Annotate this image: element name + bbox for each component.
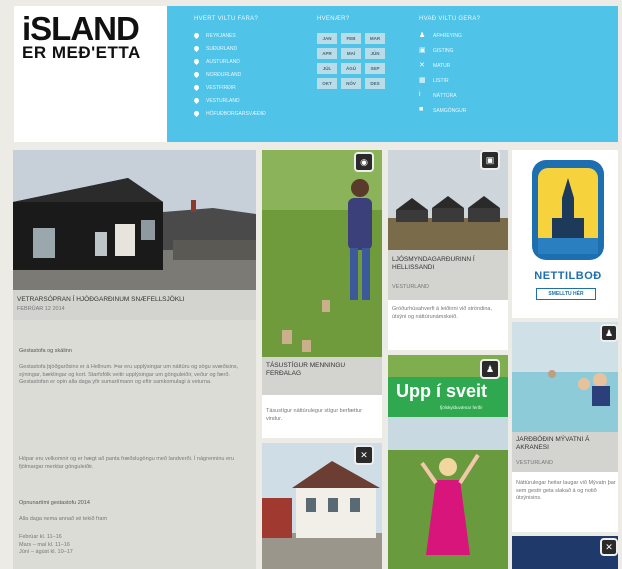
region-link[interactable]: REYKJANES	[192, 31, 314, 41]
card-partial-bottom[interactable]: ✕	[512, 536, 618, 569]
region-label: VESTFIRÐIR	[206, 85, 236, 91]
nav-bar: HVERT VILTU FARA? REYKJANES SUÐURLAND AUST…	[167, 6, 618, 142]
regions-heading: HVERT VILTU FARA?	[194, 16, 259, 22]
card-cabins-region: VESTURLAND	[392, 284, 429, 290]
month-button[interactable]: NÓV	[341, 78, 361, 89]
hours-item: Júní – ágúst kl. 10–17	[19, 549, 73, 555]
cutlery-icon: ✕	[419, 62, 425, 69]
map-pin-icon	[192, 57, 201, 66]
card-lagoon[interactable]: ♟ JARÐBÖÐIN MÝVATNI Á AKRANESI VESTURLAN…	[512, 322, 618, 532]
map-pin-icon	[192, 70, 201, 79]
card-lagoon-caption: JARÐBÖÐIN MÝVATNI Á AKRANESI	[516, 436, 590, 451]
card-lagoon-region: VESTURLAND	[516, 460, 553, 466]
map-pin-icon	[192, 109, 201, 118]
category-link[interactable]: ▦ LISTIR	[419, 75, 539, 87]
category-link[interactable]: i NÁTTÚRA	[419, 90, 539, 102]
map-pin-icon	[192, 83, 201, 92]
map-pin-icon	[192, 44, 201, 53]
month-button[interactable]: JÚL	[317, 63, 337, 74]
month-button[interactable]: OKT	[317, 78, 337, 89]
hours-list: Febrúar kl. 11–16 Mars – maí kl. 11–16 Jún…	[19, 534, 251, 557]
category-link[interactable]: ▣ GISTING	[419, 45, 539, 57]
category-link[interactable]: ✕ MATUR	[419, 60, 539, 72]
category-label: MATUR	[433, 63, 451, 69]
region-label: REYKJANES	[206, 33, 236, 39]
category-label: GISTING	[433, 48, 454, 54]
card-ljosmyndagardurinn[interactable]: ▣ LJÓSMYNDAGARÐURINN Í HELLISSANDI VESTU…	[388, 150, 508, 350]
months-heading: HVENÆR?	[317, 16, 350, 22]
visitor-center-photo[interactable]	[13, 150, 256, 290]
month-button[interactable]: MAÍ	[341, 48, 361, 59]
feature-caption[interactable]: VETRARSÓPRAN Í HJÓÐGARÐINUM SNÆFELLSJÖKL…	[17, 296, 252, 304]
hiking-icon: ♟	[600, 324, 618, 342]
region-link[interactable]: SUÐURLAND	[192, 44, 314, 54]
feature-intro: Gestastofa og skálinn	[19, 348, 72, 354]
categories-heading: HVAÐ VILTU GERA?	[419, 16, 481, 22]
card-cabins-desc: Gróðurhúsahverfi á leiðinni við ströndin…	[392, 306, 492, 320]
card-woman-caption: TÁSUSTÍGUR MENNINGU FERÐALAG	[266, 362, 346, 377]
month-button[interactable]: ÁGÚ	[341, 63, 361, 74]
month-button[interactable]: APR	[317, 48, 337, 59]
month-button[interactable]: JAN	[317, 33, 337, 44]
region-label: SUÐURLAND	[206, 46, 238, 52]
region-label: HÖFUÐBORGARSVÆÐIÐ	[206, 111, 266, 117]
region-link[interactable]: VESTURLAND	[192, 96, 314, 106]
feature-date: FEBRÚAR 12 2014	[17, 306, 65, 312]
category-link[interactable]: ■ SAMGÖNGUR	[419, 105, 539, 117]
ad-brand: NETTILBOÐ	[534, 270, 602, 282]
card-tasustigur[interactable]: ◉ TÁSUSTÍGUR MENNINGU FERÐALAG Tásustígu…	[262, 150, 382, 438]
art-icon: ▦	[419, 77, 426, 84]
logo-line-2[interactable]: ER MEÐ'ETTA	[22, 44, 141, 61]
ad-nettilbod[interactable]: NETTILBOÐ SMELLTU HÉR	[512, 150, 618, 318]
feature-body-1: Gestastofa þjóðgarðsins er á Hellnum. Þa…	[19, 364, 239, 385]
region-link[interactable]: NORÐURLAND	[192, 70, 314, 80]
month-button[interactable]: FEB	[341, 33, 361, 44]
hours-item: Febrúar kl. 11–16	[19, 534, 62, 540]
card-woman-desc: Tásustígur náttúrulegur stígur berfættur…	[266, 408, 362, 422]
map-pin-icon	[192, 31, 201, 40]
region-link[interactable]: AUSTURLAND	[192, 57, 314, 67]
hours-item: Mars – maí kl. 11–16	[19, 541, 70, 548]
ad-cta-button[interactable]: SMELLTU HÉR	[536, 288, 596, 300]
card-upp-i-sveit[interactable]: Upp í sveit fjölskylduvænar ferðir ♟	[388, 355, 508, 569]
region-label: NORÐURLAND	[206, 72, 242, 78]
map-pin-icon	[192, 96, 201, 105]
logo-line-1[interactable]: iSLAND	[22, 12, 140, 45]
hiking-icon: ♟	[480, 359, 500, 379]
hours-title: Opnunartími gestastofu 2014	[19, 500, 90, 506]
woman-photo	[262, 150, 382, 357]
months-grid: JAN FEB MAR APR MAÍ JÚN JÚL ÁGÚ SEP OKT NÓV DES	[317, 33, 389, 105]
upp-title: Upp í sveit	[396, 381, 488, 401]
category-label: NÁTTÚRA	[433, 93, 457, 99]
category-label: AFÞREYING	[433, 33, 462, 39]
region-link[interactable]: VESTFIRÐIR	[192, 83, 314, 93]
cutlery-icon: ✕	[600, 538, 618, 556]
category-label: LISTIR	[433, 78, 449, 84]
region-label: AUSTURLAND	[206, 59, 240, 65]
bed-icon: ▣	[480, 150, 500, 170]
month-button[interactable]: JÚN	[365, 48, 385, 59]
card-lagoon-desc: Náttúrulegar heitar laugar við Mývatn þa…	[516, 480, 616, 501]
month-button[interactable]: MAR	[365, 33, 385, 44]
info-icon: i	[419, 91, 421, 98]
feature-column: VETRARSÓPRAN Í HJÓÐGARÐINUM SNÆFELLSJÖKL…	[13, 150, 256, 569]
church-icon	[538, 178, 598, 254]
card-cabins-caption: LJÓSMYNDAGARÐURINN Í HELLISSANDI	[392, 256, 475, 271]
region-link[interactable]: HÖFUÐBORGARSVÆÐIÐ	[192, 109, 314, 119]
camera-icon: ◉	[354, 152, 374, 172]
hiking-icon: ♟	[419, 32, 426, 39]
month-button[interactable]: SEP	[365, 63, 385, 74]
feature-body-2: Hópar eru velkomnir og er hægt að panta …	[19, 456, 234, 470]
card-house[interactable]: ✕	[262, 443, 382, 569]
category-label: SAMGÖNGUR	[433, 108, 467, 114]
month-button[interactable]: DES	[365, 78, 385, 89]
cutlery-icon: ✕	[354, 445, 374, 465]
bus-icon: ■	[419, 106, 424, 113]
hours-subtitle: Alla daga nema annað sé tekið fram	[19, 516, 108, 522]
upp-subtitle: fjölskylduvænar ferðir	[440, 405, 483, 410]
bed-icon: ▣	[419, 47, 426, 54]
category-link[interactable]: ♟ AFÞREYING	[419, 30, 539, 42]
region-label: VESTURLAND	[206, 98, 240, 104]
